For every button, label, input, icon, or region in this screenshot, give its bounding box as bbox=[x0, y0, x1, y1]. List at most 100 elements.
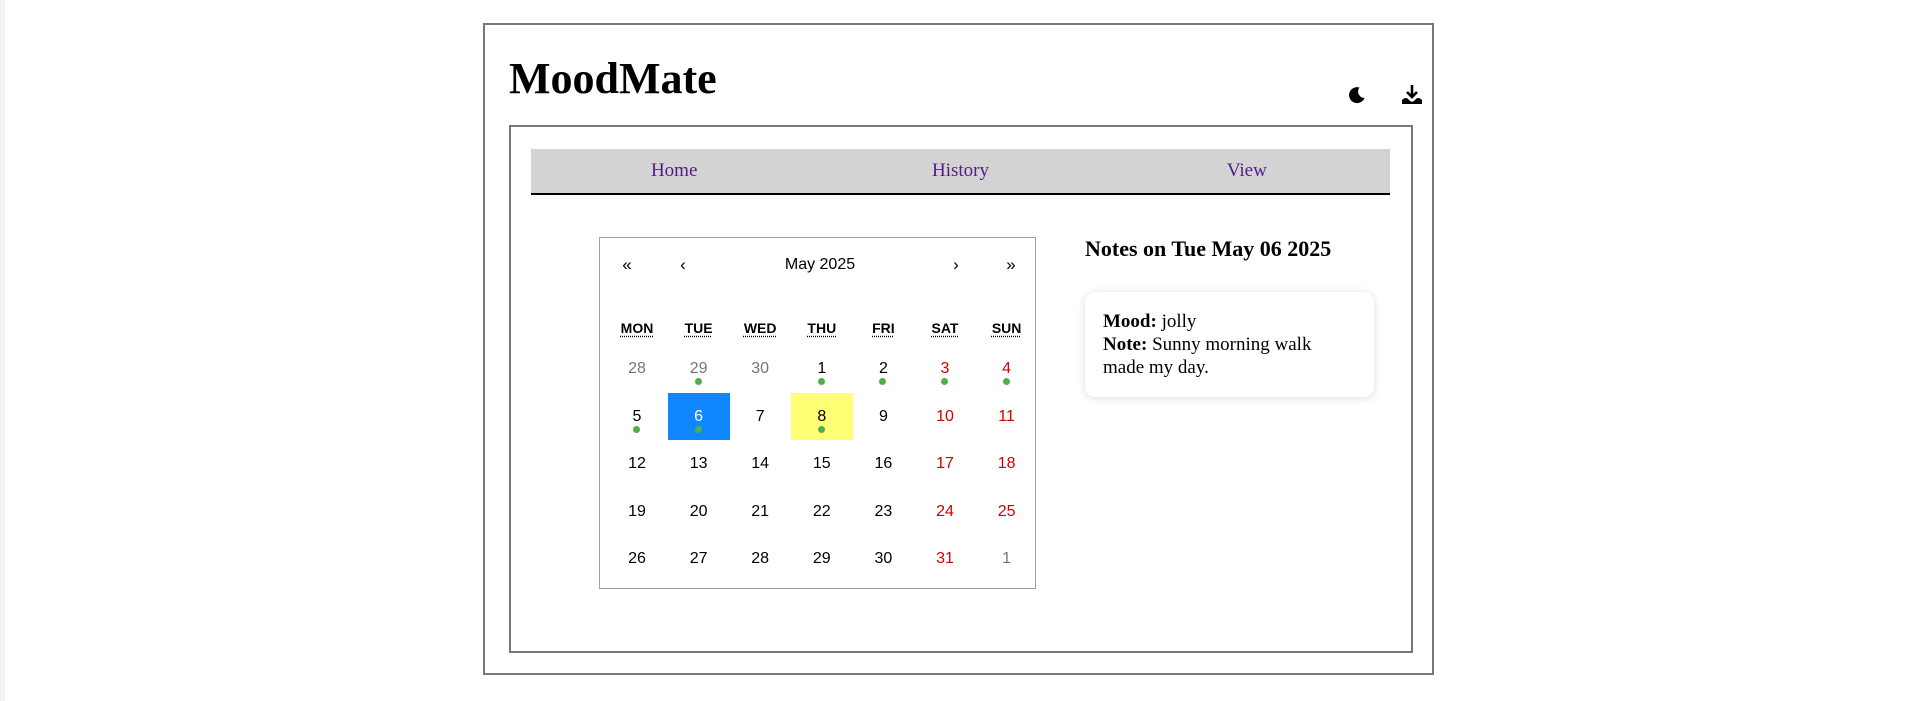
next-month-button[interactable]: › bbox=[941, 238, 971, 292]
calendar-day[interactable]: 14 bbox=[729, 440, 791, 487]
calendar-day[interactable]: 9 bbox=[852, 393, 914, 440]
day-number: 11 bbox=[998, 407, 1015, 425]
calendar-day[interactable]: 23 bbox=[852, 488, 914, 535]
day-number: 3 bbox=[940, 360, 950, 377]
calendar-day[interactable]: 30 bbox=[852, 535, 914, 582]
theme-toggle-button[interactable] bbox=[1337, 75, 1377, 115]
calendar-day[interactable]: 1 bbox=[976, 535, 1038, 582]
day-number: 12 bbox=[628, 455, 646, 472]
day-number: 28 bbox=[628, 360, 646, 377]
mood-dot bbox=[879, 378, 887, 385]
calendar-day[interactable]: 27 bbox=[668, 535, 730, 582]
header: MoodMate bbox=[509, 45, 1422, 105]
prev-year-button[interactable]: « bbox=[612, 238, 642, 292]
day-number: 20 bbox=[689, 502, 708, 520]
day-number: 4 bbox=[1002, 360, 1012, 377]
mood-dot bbox=[941, 378, 948, 385]
calendar-day[interactable]: 31 bbox=[914, 535, 976, 582]
calendar-day[interactable]: 12 bbox=[606, 440, 668, 487]
day-number: 18 bbox=[997, 455, 1016, 472]
mood-dot bbox=[817, 425, 825, 433]
page-left-edge bbox=[0, 0, 5, 701]
day-number: 22 bbox=[812, 502, 831, 520]
moon-icon bbox=[1349, 87, 1365, 104]
weekday-sun: SUN bbox=[991, 320, 1022, 336]
day-number: 16 bbox=[874, 455, 893, 472]
calendar-day[interactable]: 6 bbox=[667, 392, 730, 440]
day-number: 1 bbox=[817, 360, 827, 377]
day-number: 8 bbox=[817, 407, 827, 425]
day-number: 10 bbox=[936, 407, 954, 425]
mood-line: Mood: jolly bbox=[1103, 310, 1356, 333]
calendar-day[interactable]: 20 bbox=[668, 488, 730, 535]
day-number: 9 bbox=[878, 407, 888, 425]
calendar-day[interactable]: 25 bbox=[976, 488, 1038, 535]
mood-dot bbox=[694, 425, 702, 433]
calendar-day[interactable]: 28 bbox=[606, 345, 668, 392]
calendar-day[interactable]: 22 bbox=[791, 488, 853, 535]
mood-dot bbox=[694, 378, 702, 385]
calendar-day[interactable]: 10 bbox=[914, 393, 976, 440]
calendar-day[interactable]: 26 bbox=[606, 535, 668, 582]
calendar-day[interactable]: 30 bbox=[729, 345, 791, 392]
calendar-day[interactable]: 13 bbox=[668, 440, 730, 487]
weekday-fri: FRI bbox=[872, 320, 895, 336]
note-label: Note: bbox=[1103, 334, 1148, 355]
calendar-day[interactable]: 18 bbox=[976, 440, 1038, 487]
calendar-day[interactable]: 29 bbox=[668, 345, 730, 392]
main-panel: Home History View « ‹ May 2025 › » MON TU… bbox=[509, 125, 1413, 653]
calendar-day[interactable]: 28 bbox=[729, 535, 791, 582]
calendar-day[interactable]: 5 bbox=[606, 393, 668, 440]
app-title: MoodMate bbox=[509, 54, 717, 103]
day-number: 30 bbox=[751, 360, 770, 377]
calendar-day[interactable]: 2 bbox=[852, 345, 914, 392]
calendar-day[interactable]: 4 bbox=[976, 345, 1038, 392]
day-number: 30 bbox=[874, 550, 893, 567]
download-button[interactable] bbox=[1392, 75, 1432, 115]
nav-view[interactable]: View bbox=[1104, 149, 1390, 193]
day-number: 17 bbox=[936, 455, 954, 472]
calendar-day[interactable]: 19 bbox=[606, 488, 668, 535]
download-icon bbox=[1402, 85, 1422, 104]
calendar-day[interactable]: 16 bbox=[852, 440, 914, 487]
nav-home[interactable]: Home bbox=[531, 149, 817, 193]
day-number: 21 bbox=[751, 502, 770, 520]
nav-history[interactable]: History bbox=[817, 149, 1103, 193]
calendar-day[interactable]: 17 bbox=[914, 440, 976, 487]
day-number: 31 bbox=[936, 550, 954, 567]
weekday-thu: THU bbox=[807, 320, 837, 336]
mood-dot bbox=[1002, 378, 1010, 385]
day-number: 7 bbox=[755, 407, 765, 425]
calendar: « ‹ May 2025 › » MON TUE WED THU FRI SAT SUN 2… bbox=[599, 237, 1036, 589]
calendar-day[interactable]: 11 bbox=[976, 393, 1038, 440]
calendar-day[interactable]: 24 bbox=[914, 488, 976, 535]
weekday-mon: MON bbox=[620, 320, 654, 336]
month-label[interactable]: May 2025 bbox=[775, 238, 865, 292]
day-number: 14 bbox=[751, 455, 770, 472]
day-number: 23 bbox=[874, 502, 893, 520]
day-number: 24 bbox=[936, 502, 954, 520]
note-line: Note: Sunny morning walk made my day. bbox=[1103, 333, 1356, 379]
notes-title: Notes on Tue May 06 2025 bbox=[1085, 236, 1332, 261]
day-number: 2 bbox=[878, 360, 888, 377]
day-number: 28 bbox=[751, 550, 770, 567]
app-container: MoodMate Home History View « ‹ May 2025 bbox=[483, 23, 1434, 675]
prev-month-button[interactable]: ‹ bbox=[668, 238, 698, 292]
day-number: 26 bbox=[628, 550, 646, 567]
calendar-day[interactable]: 21 bbox=[729, 488, 791, 535]
calendar-navigation: « ‹ May 2025 › » bbox=[600, 238, 1035, 292]
calendar-day[interactable]: 1 bbox=[791, 345, 853, 392]
day-number: 13 bbox=[689, 455, 708, 472]
weekday-sat: SAT bbox=[931, 320, 959, 336]
mood-dot bbox=[817, 378, 825, 385]
calendar-day[interactable]: 8 bbox=[790, 392, 853, 440]
mood-dot bbox=[633, 425, 640, 433]
day-number: 15 bbox=[812, 455, 831, 472]
next-year-button[interactable]: » bbox=[996, 238, 1026, 292]
calendar-day[interactable]: 7 bbox=[729, 393, 791, 440]
day-number: 27 bbox=[689, 550, 708, 567]
calendar-day[interactable]: 3 bbox=[914, 345, 976, 392]
day-number: 29 bbox=[812, 550, 831, 567]
calendar-day[interactable]: 29 bbox=[791, 535, 853, 582]
calendar-day[interactable]: 15 bbox=[791, 440, 853, 487]
